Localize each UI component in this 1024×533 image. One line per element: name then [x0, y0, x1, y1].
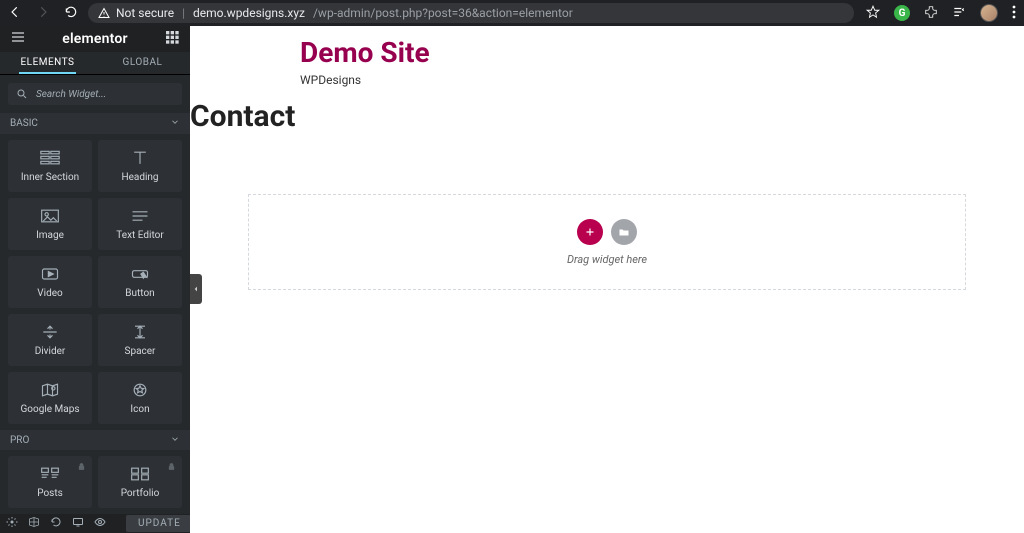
spacer-icon [130, 323, 150, 341]
widget-video[interactable]: Video [8, 256, 92, 308]
back-icon[interactable] [8, 5, 22, 22]
widget-label: Image [36, 230, 64, 241]
profile-avatar[interactable] [980, 4, 998, 22]
widget-label: Posts [37, 488, 63, 499]
video-icon [40, 265, 60, 283]
history-icon[interactable] [50, 516, 62, 531]
site-header: Demo Site WPDesigns [190, 26, 1024, 91]
extensions-icon[interactable] [924, 5, 938, 22]
chevron-down-icon [170, 117, 180, 130]
elementor-logo: elementor [62, 31, 128, 47]
forward-icon[interactable] [36, 5, 50, 22]
inner-section-icon [40, 149, 60, 167]
widget-label: Icon [130, 404, 149, 415]
panel-collapse-handle[interactable] [190, 274, 202, 304]
browser-top-bar: Not secure | demo.wpdesigns.xyz/wp-admin… [0, 0, 1024, 26]
navigator-icon[interactable] [28, 516, 40, 531]
widget-icon[interactable]: Icon [98, 372, 182, 424]
add-template-button[interactable] [611, 219, 637, 245]
reload-icon[interactable] [64, 5, 78, 22]
bookmark-icon[interactable] [866, 5, 880, 22]
widget-posts[interactable]: Posts [8, 456, 92, 508]
widget-search-input[interactable] [34, 88, 174, 101]
image-icon [40, 207, 60, 225]
widget-label: Spacer [125, 346, 156, 357]
site-title[interactable]: Demo Site [300, 36, 1024, 69]
search-icon [16, 88, 28, 100]
apps-grid-icon[interactable] [164, 29, 180, 48]
update-button[interactable]: UPDATE [126, 515, 193, 532]
widget-label: Video [37, 288, 62, 299]
category-pro[interactable]: PRO [0, 430, 190, 450]
plus-icon [584, 226, 596, 238]
widget-label: Text Editor [116, 230, 163, 241]
widget-label: Heading [121, 172, 158, 183]
widget-text-editor[interactable]: Text Editor [98, 198, 182, 250]
widget-label: Google Maps [21, 404, 80, 415]
tab-global[interactable]: GLOBAL [95, 52, 190, 75]
omnibox[interactable]: Not secure | demo.wpdesigns.xyz/wp-admin… [88, 3, 854, 23]
site-tagline: WPDesigns [300, 73, 1024, 87]
extension-grammarly-icon[interactable]: G [894, 5, 910, 21]
page-title: Contact [190, 99, 1024, 134]
chevron-down-icon [170, 434, 180, 447]
section-dropzone[interactable]: Drag widget here [248, 194, 966, 290]
url-host: demo.wpdesigns.xyz [193, 6, 305, 20]
panel-footer: UPDATE ▴ [0, 514, 190, 533]
widget-label: Portfolio [121, 488, 160, 499]
panel-header: elementor [0, 26, 190, 52]
map-icon [40, 381, 60, 399]
panel-tabs: ELEMENTS GLOBAL [0, 52, 190, 76]
security-chip[interactable]: Not secure [98, 6, 174, 20]
star-icon [130, 381, 150, 399]
posts-icon [40, 465, 60, 483]
widget-spacer[interactable]: Spacer [98, 314, 182, 366]
widget-inner-section[interactable]: Inner Section [8, 140, 92, 192]
lock-icon [167, 461, 176, 474]
button-icon [130, 265, 150, 283]
tab-elements[interactable]: ELEMENTS [0, 52, 95, 75]
warning-icon [98, 7, 110, 19]
category-basic[interactable]: BASIC [0, 113, 190, 133]
text-editor-icon [130, 207, 150, 225]
basic-widgets: Inner Section Heading Image Text Editor … [0, 134, 190, 430]
kebab-icon[interactable] [1012, 5, 1016, 22]
preview-area: Demo Site WPDesigns Contact Drag widget … [190, 26, 1024, 533]
dropzone-hint: Drag widget here [567, 253, 647, 266]
widget-divider[interactable]: Divider [8, 314, 92, 366]
responsive-icon[interactable] [72, 516, 84, 531]
preview-icon[interactable] [94, 516, 106, 531]
pro-widgets: Posts Portfolio [0, 450, 190, 514]
heading-icon [130, 149, 150, 167]
widget-button[interactable]: Button [98, 256, 182, 308]
add-section-button[interactable] [577, 219, 603, 245]
elementor-panel: elementor ELEMENTS GLOBAL BASIC Inner Se… [0, 26, 190, 533]
widget-portfolio[interactable]: Portfolio [98, 456, 182, 508]
reading-list-icon[interactable] [952, 5, 966, 22]
widget-label: Inner Section [21, 172, 79, 183]
widget-search[interactable] [8, 83, 182, 105]
widget-google-maps[interactable]: Google Maps [8, 372, 92, 424]
settings-icon[interactable] [6, 516, 18, 531]
folder-icon [618, 226, 630, 238]
widget-label: Button [125, 288, 154, 299]
widget-heading[interactable]: Heading [98, 140, 182, 192]
portfolio-icon [130, 465, 150, 483]
hamburger-icon[interactable] [10, 29, 26, 48]
divider-icon [40, 323, 60, 341]
widget-image[interactable]: Image [8, 198, 92, 250]
security-label: Not secure [116, 6, 174, 20]
lock-icon [77, 461, 86, 474]
url-path: /wp-admin/post.php?post=36&action=elemen… [313, 6, 573, 20]
widget-label: Divider [35, 346, 66, 357]
